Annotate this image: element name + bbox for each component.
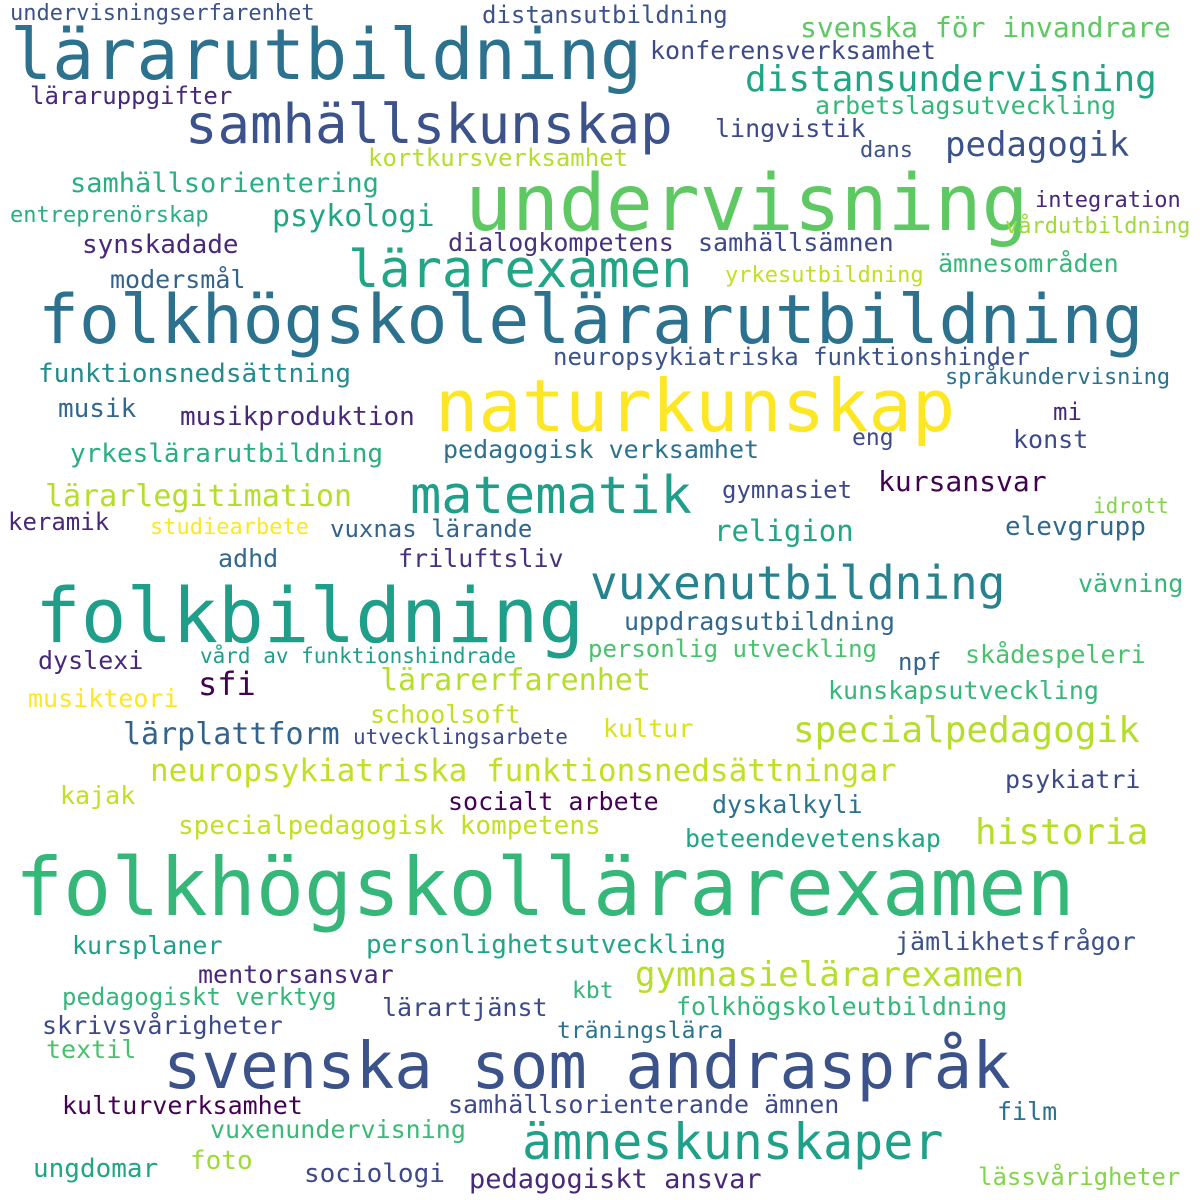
cloud-word: friluftsliv bbox=[398, 544, 564, 573]
cloud-word: skådespeleri bbox=[965, 640, 1146, 669]
cloud-word: utvecklingsarbete bbox=[353, 725, 568, 749]
cloud-word: lingvistik bbox=[715, 114, 866, 143]
cloud-word: folkhögskoleutbildning bbox=[676, 992, 1008, 1021]
cloud-word: samhällsämnen bbox=[698, 228, 894, 257]
cloud-word: vuxenundervisning bbox=[210, 1115, 466, 1144]
cloud-word: ämneskunskaper bbox=[522, 1113, 944, 1171]
cloud-word: ungdomar bbox=[33, 1154, 159, 1184]
cloud-word: vuxnas lärande bbox=[330, 515, 533, 543]
cloud-word: yrkeslärarutbildning bbox=[70, 439, 384, 469]
cloud-word: mi bbox=[1053, 398, 1082, 426]
cloud-word: folkhögskollärarexamen bbox=[15, 841, 1075, 934]
cloud-word: eng bbox=[852, 425, 894, 451]
cloud-word: funktionsnedsättning bbox=[38, 359, 352, 389]
word-cloud: undervisningserfarenhet distansutbildnin… bbox=[0, 0, 1200, 1200]
cloud-word: pedagogik bbox=[945, 125, 1130, 165]
cloud-word: folkbildning bbox=[35, 571, 585, 660]
cloud-word: kbt bbox=[572, 978, 614, 1004]
cloud-word: gymnasielärarexamen bbox=[635, 955, 1024, 995]
cloud-word: gymnasiet bbox=[722, 476, 853, 504]
cloud-word: specialpedagogisk kompetens bbox=[178, 811, 601, 841]
cloud-word: vuxenutbildning bbox=[590, 556, 1006, 610]
cloud-word: lärarutbildning bbox=[10, 14, 643, 96]
cloud-word: dyskalkyli bbox=[712, 790, 863, 819]
cloud-word: vårdutbildning bbox=[1005, 214, 1191, 239]
cloud-word: psykiatri bbox=[1005, 765, 1141, 794]
cloud-word: vävning bbox=[1078, 569, 1184, 598]
cloud-word: schoolsoft bbox=[370, 700, 521, 729]
cloud-word: lärarerfarenhet bbox=[380, 663, 651, 698]
cloud-word: foto bbox=[190, 1146, 253, 1176]
cloud-word: jämlikhetsfrågor bbox=[895, 927, 1136, 956]
cloud-word: konst bbox=[1013, 425, 1089, 454]
cloud-word: pedagogiskt ansvar bbox=[469, 1164, 762, 1195]
cloud-word: sfi bbox=[198, 665, 256, 703]
cloud-word: sociologi bbox=[304, 1159, 445, 1189]
cloud-word: synskadade bbox=[82, 230, 239, 260]
cloud-word: film bbox=[997, 1097, 1058, 1126]
cloud-word: kunskapsutveckling bbox=[828, 676, 1099, 705]
cloud-word: keramik bbox=[8, 508, 110, 536]
cloud-word: specialpedagogik bbox=[793, 710, 1140, 751]
cloud-word: lässvårigheter bbox=[978, 1163, 1181, 1191]
cloud-word: entreprenörskap bbox=[10, 203, 209, 228]
cloud-word: pedagogisk verksamhet bbox=[443, 435, 760, 464]
cloud-word: integration bbox=[1035, 188, 1181, 213]
cloud-word: kursansvar bbox=[878, 465, 1047, 498]
cloud-word: psykologi bbox=[272, 199, 435, 234]
cloud-word: pedagogiskt verktyg bbox=[62, 983, 337, 1011]
cloud-word: npf bbox=[898, 648, 942, 676]
cloud-word: kursplaner bbox=[72, 931, 223, 960]
cloud-word: uppdragsutbildning bbox=[624, 607, 895, 636]
cloud-word: neuropsykiatriska funktionsnedsättningar bbox=[150, 753, 897, 789]
cloud-word: musikteori bbox=[28, 684, 179, 713]
cloud-word: lärplattform bbox=[123, 717, 340, 752]
cloud-word: personlig utveckling bbox=[588, 635, 877, 663]
cloud-word: språkundervisning bbox=[945, 365, 1171, 390]
cloud-word: samhällsorientering bbox=[70, 168, 379, 199]
cloud-word: adhd bbox=[218, 544, 279, 573]
cloud-word: ämnesområden bbox=[938, 249, 1119, 278]
cloud-word: elevgrupp bbox=[1005, 512, 1146, 542]
cloud-word: lärartjänst bbox=[382, 993, 548, 1022]
cloud-word: textil bbox=[46, 1035, 137, 1064]
cloud-word: musikproduktion bbox=[180, 402, 415, 432]
cloud-word: kultur bbox=[603, 714, 694, 743]
cloud-word: dyslexi bbox=[38, 646, 144, 675]
cloud-word: kajak bbox=[60, 781, 136, 810]
cloud-word: musik bbox=[58, 394, 137, 424]
cloud-word: religion bbox=[714, 514, 854, 548]
cloud-word: studiearbete bbox=[150, 515, 309, 540]
